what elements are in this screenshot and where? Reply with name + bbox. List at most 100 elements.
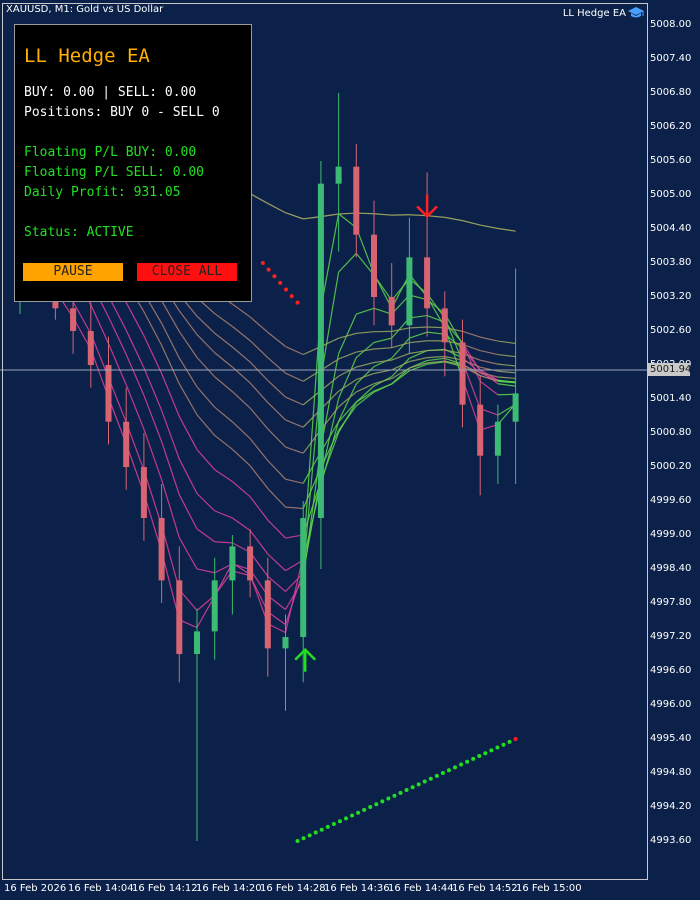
buy-stop-dot — [453, 765, 458, 770]
buy-stop-dot — [368, 805, 373, 810]
bull-candle — [300, 518, 307, 638]
bear-candle — [247, 546, 254, 581]
bull-candle — [229, 546, 236, 581]
buy-stop-dot — [416, 782, 421, 787]
buy-stop-dot — [404, 788, 409, 793]
daily-profit-line: Daily Profit: 931.05 — [24, 185, 181, 200]
graduation-cap-icon[interactable] — [628, 6, 644, 20]
price-tick-label: 4994.20 — [650, 801, 692, 813]
buy-stop-dot — [313, 830, 318, 835]
price-tick-label: 4996.60 — [650, 665, 692, 677]
price-tick-label: 4998.40 — [650, 563, 692, 575]
buy-stop-dot — [386, 796, 391, 801]
sell-stop-dot — [289, 294, 294, 299]
bull-candle — [494, 421, 501, 456]
bear-candle — [158, 518, 165, 581]
floating-buy-line: Floating P/L BUY: 0.00 — [24, 145, 197, 160]
time-tick-label: 16 Feb 14:44 — [388, 883, 454, 894]
sell-stop-dot — [283, 287, 288, 292]
time-tick-label: 16 Feb 14:28 — [260, 883, 326, 894]
price-tick-label: 4997.20 — [650, 631, 692, 643]
buy-stop-dot — [513, 737, 518, 742]
price-tick-label: 4999.60 — [650, 495, 692, 507]
buy-stop-dot — [477, 754, 482, 759]
ea-control-panel: LL Hedge EA BUY: 0.00 | SELL: 0.00 Posit… — [14, 24, 252, 302]
bear-candle — [441, 308, 448, 343]
bear-candle — [459, 342, 466, 405]
time-tick-label: 16 Feb 14:12 — [132, 883, 198, 894]
buy-stop-dot — [307, 833, 312, 838]
buy-stop-dot — [337, 819, 342, 824]
sell-stop-dot — [272, 274, 277, 279]
time-tick-label: 16 Feb 14:52 — [452, 883, 518, 894]
buy-stop-dot — [471, 756, 476, 761]
price-tick-label: 5000.20 — [650, 461, 692, 473]
sell-stop-dot — [266, 267, 271, 272]
bear-candle — [105, 365, 112, 422]
time-tick-label: 16 Feb 15:00 — [516, 883, 582, 894]
time-tick-label: 16 Feb 2026 — [4, 883, 67, 894]
buy-stop-dot — [483, 751, 488, 756]
ea-name-label: LL Hedge EA — [562, 8, 626, 19]
bear-candle — [140, 467, 147, 519]
buy-stop-dot — [343, 816, 348, 821]
bear-candle — [371, 234, 377, 298]
panel-title: LL Hedge EA — [24, 45, 150, 67]
buy-stop-dot — [507, 739, 512, 744]
buy-stop-dot — [495, 745, 500, 750]
buy-stop-dot — [319, 827, 324, 832]
bear-candle — [424, 257, 431, 309]
bull-candle — [406, 257, 413, 326]
price-tick-label: 5006.20 — [650, 121, 692, 132]
buy-stop-dot — [295, 839, 300, 844]
buy-stop-dot — [434, 773, 439, 778]
buy-stop-dot — [380, 799, 385, 804]
bear-candle — [388, 297, 395, 326]
sell-stop-dot — [278, 280, 283, 285]
buy-stop-dot — [325, 824, 330, 829]
buy-stop-dot — [398, 790, 403, 795]
price-tick-label: 5005.00 — [650, 189, 692, 200]
current-price-tag: 5001.94 — [648, 363, 692, 376]
price-tick-label: 5004.40 — [650, 223, 692, 234]
bear-candle — [70, 308, 77, 332]
time-tick-label: 16 Feb 14:20 — [196, 883, 262, 894]
bull-candle — [512, 393, 519, 422]
buy-stop-dot — [356, 810, 361, 815]
bull-candle — [194, 631, 200, 655]
buy-stop-dot — [374, 802, 379, 807]
ma-segment — [427, 349, 445, 352]
bull-candle — [211, 580, 218, 632]
time-tick-label: 16 Feb 14:04 — [68, 883, 134, 894]
buy-stop-dot — [440, 771, 445, 776]
price-tick-label: 4995.40 — [650, 733, 692, 745]
price-tick-label: 5005.60 — [650, 155, 692, 166]
symbol-title: XAUUSD, M1: Gold vs US Dollar — [6, 4, 164, 15]
price-tick-label: 4999.00 — [650, 529, 692, 541]
sell-stop-dot — [260, 261, 265, 266]
lots-line: BUY: 0.00 | SELL: 0.00 — [24, 85, 197, 100]
sell-stop-dot — [295, 300, 300, 305]
price-tick-label: 4994.80 — [650, 767, 692, 779]
status-line: Status: ACTIVE — [24, 225, 134, 240]
bear-candle — [353, 166, 360, 235]
price-tick-label: 5000.80 — [650, 427, 692, 439]
buy-stop-dot — [465, 759, 470, 764]
price-tick-label: 4997.80 — [650, 597, 692, 609]
buy-stop-dot — [446, 768, 451, 773]
price-tick-label: 5003.80 — [650, 257, 692, 268]
price-tick-label: 4993.60 — [650, 835, 692, 847]
pause-button[interactable]: PAUSE — [23, 263, 123, 281]
positions-line: Positions: BUY 0 - SELL 0 — [24, 105, 220, 120]
bear-candle — [176, 580, 183, 655]
bull-candle — [335, 166, 342, 184]
bear-candle — [477, 404, 484, 456]
buy-stop-dot — [422, 779, 427, 784]
price-tick-label: 5006.80 — [650, 87, 692, 98]
close-all-button[interactable]: CLOSE ALL — [137, 263, 237, 281]
price-tick-label: 5002.60 — [650, 325, 692, 337]
buy-stop-dot — [428, 776, 433, 781]
buy-stop-dot — [459, 762, 464, 767]
buy-stop-dot — [301, 836, 306, 841]
price-tick-label: 5008.00 — [650, 19, 692, 30]
